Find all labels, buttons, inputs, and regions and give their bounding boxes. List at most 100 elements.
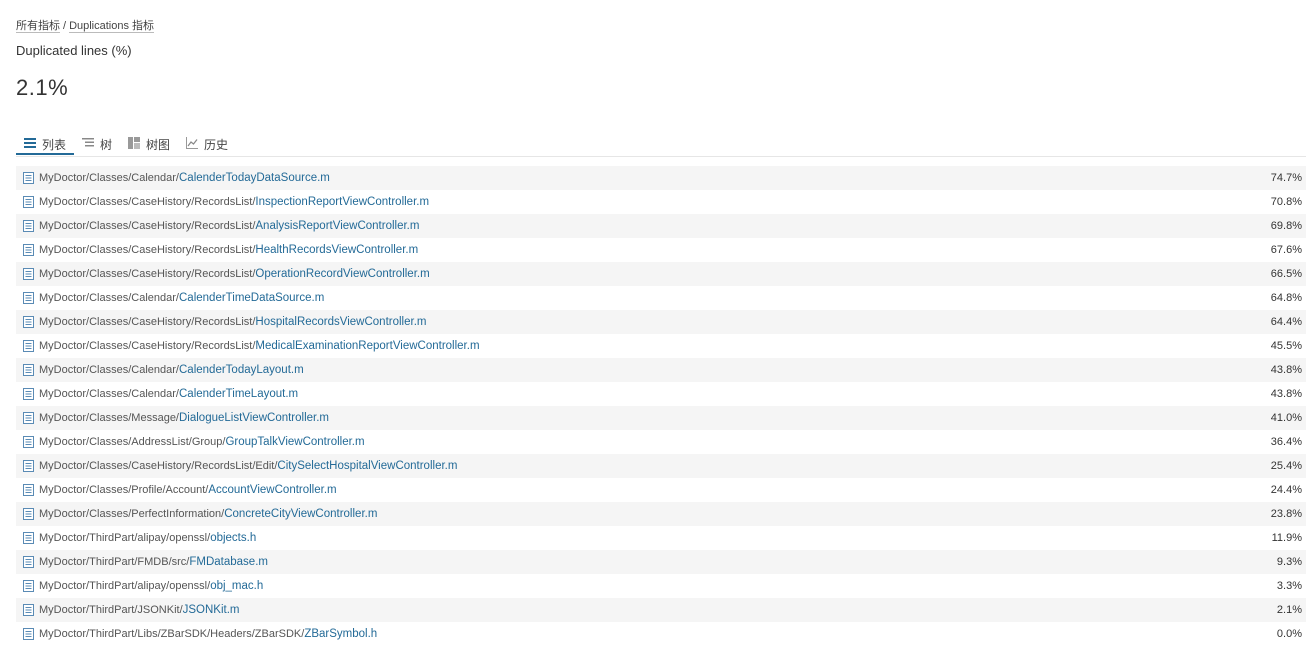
file-directory: MyDoctor/Classes/Calendar/ [39,364,179,376]
file-name-link[interactable]: InspectionReportViewController.m [255,196,429,208]
file-duplicated-lines-value: 70.8% [1270,196,1302,208]
file-directory: MyDoctor/Classes/Profile/Account/ [39,484,209,496]
tab-tree[interactable]: 树 [74,131,120,155]
tab-list[interactable]: 列表 [16,131,75,155]
tab-history[interactable]: 历史 [178,131,236,155]
file-directory: MyDoctor/Classes/CaseHistory/RecordsList… [39,460,278,472]
file-name-link[interactable]: CalenderTodayDataSource.m [179,172,330,184]
file-directory: MyDoctor/Classes/Calendar/ [39,388,179,400]
breadcrumb-all-metrics-link[interactable]: 所有指标 [16,20,60,33]
treemap-icon [128,137,141,149]
tab-list-label: 列表 [42,138,67,152]
file-row[interactable]: MyDoctor/Classes/Calendar/CalenderTodayL… [16,358,1306,382]
file-row[interactable]: MyDoctor/Classes/CaseHistory/RecordsList… [16,262,1306,286]
file-directory: MyDoctor/ThirdPart/JSONKit/ [39,604,183,616]
file-name-link[interactable]: FMDatabase.m [189,556,268,568]
file-duplicated-lines-value: 36.4% [1270,436,1302,448]
metric-title: Duplicated lines (%) [16,43,132,58]
file-name-link[interactable]: ZBarSymbol.h [304,628,377,640]
file-row[interactable]: MyDoctor/Classes/CaseHistory/RecordsList… [16,454,1306,478]
file-row[interactable]: MyDoctor/Classes/CaseHistory/RecordsList… [16,334,1306,358]
file-icon [23,220,34,232]
file-row[interactable]: MyDoctor/ThirdPart/alipay/openssl/obj_ma… [16,574,1306,598]
file-row[interactable]: MyDoctor/Classes/CaseHistory/RecordsList… [16,190,1306,214]
file-duplicated-lines-value: 74.7% [1270,172,1302,184]
file-icon [23,292,34,304]
file-directory: MyDoctor/Classes/Calendar/ [39,292,179,304]
file-duplicated-lines-value: 23.8% [1270,508,1302,520]
file-duplicated-lines-value: 69.8% [1270,220,1302,232]
file-icon [23,460,34,472]
file-duplicated-lines-value: 67.6% [1270,244,1302,256]
file-icon [23,172,34,184]
tab-history-label: 历史 [204,138,229,152]
file-name-link[interactable]: GroupTalkViewController.m [225,436,364,448]
file-icon [23,196,34,208]
file-name-link[interactable]: objects.h [210,532,256,544]
file-directory: MyDoctor/Classes/Message/ [39,412,179,424]
list-icon [24,137,36,149]
file-name-link[interactable]: MedicalExaminationReportViewController.m [255,340,479,352]
file-row[interactable]: MyDoctor/Classes/Calendar/CalenderTimeDa… [16,286,1306,310]
file-row[interactable]: MyDoctor/Classes/Message/DialogueListVie… [16,406,1306,430]
file-name-link[interactable]: CitySelectHospitalViewController.m [277,460,457,472]
file-name-link[interactable]: DialogueListViewController.m [179,412,329,424]
file-icon [23,436,34,448]
file-directory: MyDoctor/Classes/CaseHistory/RecordsList… [39,316,256,328]
file-name-link[interactable]: CalenderTimeLayout.m [179,388,298,400]
view-tabs: 列表 树 树图 历史 [16,131,1306,157]
file-row[interactable]: MyDoctor/Classes/CaseHistory/RecordsList… [16,310,1306,334]
file-row[interactable]: MyDoctor/ThirdPart/FMDB/src/FMDatabase.m… [16,550,1306,574]
file-duplicated-lines-value: 24.4% [1270,484,1302,496]
file-duplicated-lines-value: 0.0% [1276,628,1302,640]
tab-treemap-label: 树图 [146,138,171,152]
tab-treemap[interactable]: 树图 [120,131,178,155]
history-chart-icon [186,137,199,149]
file-name-link[interactable]: CalenderTodayLayout.m [179,364,304,376]
file-name-link[interactable]: OperationRecordViewController.m [255,268,429,280]
file-directory: MyDoctor/Classes/CaseHistory/RecordsList… [39,244,256,256]
file-name-link[interactable]: AccountViewController.m [208,484,336,496]
file-directory: MyDoctor/Classes/CaseHistory/RecordsList… [39,196,256,208]
file-directory: MyDoctor/Classes/CaseHistory/RecordsList… [39,268,256,280]
file-name-link[interactable]: HospitalRecordsViewController.m [255,316,426,328]
file-row[interactable]: MyDoctor/Classes/AddressList/Group/Group… [16,430,1306,454]
file-duplicated-lines-value: 66.5% [1270,268,1302,280]
breadcrumb-current-domain-link[interactable]: Duplications 指标 [69,20,155,33]
file-row[interactable]: MyDoctor/Classes/CaseHistory/RecordsList… [16,214,1306,238]
file-row[interactable]: MyDoctor/Classes/CaseHistory/RecordsList… [16,238,1306,262]
file-row[interactable]: MyDoctor/ThirdPart/Libs/ZBarSDK/Headers/… [16,622,1306,646]
file-directory: MyDoctor/Classes/PerfectInformation/ [39,508,225,520]
file-name-link[interactable]: JSONKit.m [183,604,240,616]
file-name-link[interactable]: AnalysisReportViewController.m [255,220,419,232]
breadcrumb-separator: / [63,20,67,32]
file-duplicated-lines-value: 2.1% [1276,604,1302,616]
file-name-link[interactable]: HealthRecordsViewController.m [255,244,418,256]
file-directory: MyDoctor/Classes/AddressList/Group/ [39,436,226,448]
file-icon [23,268,34,280]
file-directory: MyDoctor/Classes/Calendar/ [39,172,179,184]
file-row[interactable]: MyDoctor/Classes/PerfectInformation/Conc… [16,502,1306,526]
breadcrumb: 所有指标 / Duplications 指标 [16,17,155,33]
file-duplicated-lines-value: 64.8% [1270,292,1302,304]
file-duplicated-lines-value: 43.8% [1270,388,1302,400]
file-directory: MyDoctor/ThirdPart/alipay/openssl/ [39,580,211,592]
file-duplicated-lines-value: 25.4% [1270,460,1302,472]
file-duplicated-lines-value: 9.3% [1276,556,1302,568]
file-icon [23,532,34,544]
file-name-link[interactable]: CalenderTimeDataSource.m [179,292,324,304]
tab-tree-label: 树 [100,138,113,152]
file-icon [23,628,34,640]
file-row[interactable]: MyDoctor/Classes/Calendar/CalenderTimeLa… [16,382,1306,406]
file-row[interactable]: MyDoctor/Classes/Profile/Account/Account… [16,478,1306,502]
file-name-link[interactable]: ConcreteCityViewController.m [224,508,377,520]
file-name-link[interactable]: obj_mac.h [210,580,263,592]
file-icon [23,580,34,592]
file-icon [23,484,34,496]
file-row[interactable]: MyDoctor/Classes/Calendar/CalenderTodayD… [16,166,1306,190]
file-icon [23,364,34,376]
file-row[interactable]: MyDoctor/ThirdPart/alipay/openssl/object… [16,526,1306,550]
file-icon [23,412,34,424]
file-duplicated-lines-value: 43.8% [1270,364,1302,376]
file-row[interactable]: MyDoctor/ThirdPart/JSONKit/JSONKit.m 2.1% [16,598,1306,622]
